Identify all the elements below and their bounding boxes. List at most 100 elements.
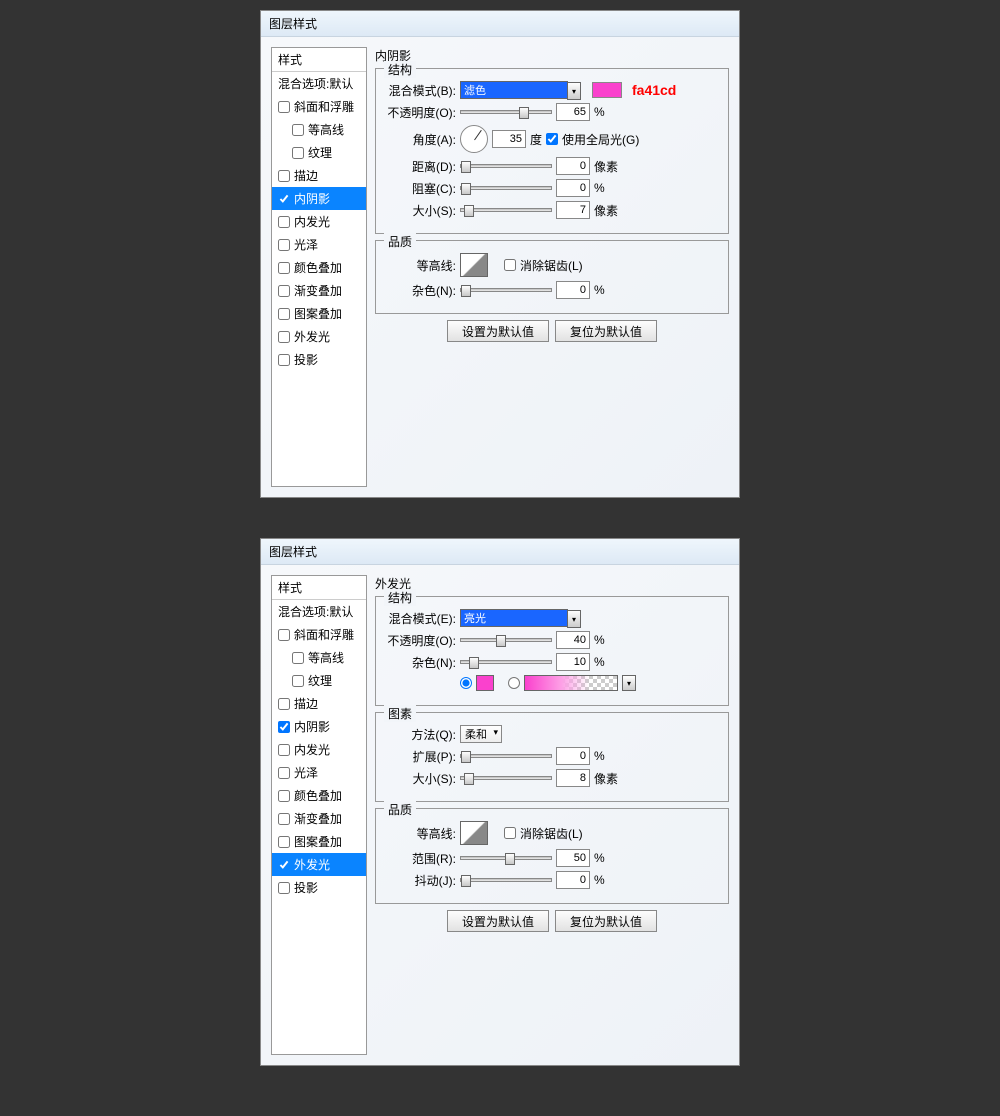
style-item-checkbox[interactable] (278, 629, 290, 641)
blend-options[interactable]: 混合选项:默认 (272, 72, 366, 95)
reset-default-button[interactable]: 复位为默认值 (555, 320, 657, 342)
solid-color-radio[interactable] (460, 677, 472, 689)
chevron-down-icon[interactable] (567, 610, 581, 628)
style-item[interactable]: 投影 (272, 348, 366, 371)
style-item[interactable]: 纹理 (272, 141, 366, 164)
size-input[interactable] (556, 769, 590, 787)
style-item[interactable]: 光泽 (272, 233, 366, 256)
angle-dial[interactable] (460, 125, 488, 153)
blend-mode-select[interactable]: 滤色 (460, 81, 568, 99)
style-item-checkbox[interactable] (278, 285, 290, 297)
style-item[interactable]: 外发光 (272, 325, 366, 348)
choke-slider[interactable] (460, 186, 552, 190)
style-item-checkbox[interactable] (278, 170, 290, 182)
set-default-button[interactable]: 设置为默认值 (447, 320, 549, 342)
range-slider[interactable] (460, 856, 552, 860)
style-item[interactable]: 斜面和浮雕 (272, 623, 366, 646)
chevron-down-icon[interactable]: ▾ (622, 675, 636, 691)
contour-picker[interactable] (460, 821, 488, 845)
chevron-down-icon[interactable] (567, 82, 581, 100)
style-item-checkbox[interactable] (278, 698, 290, 710)
reset-default-button[interactable]: 复位为默认值 (555, 910, 657, 932)
style-item[interactable]: 外发光 (272, 853, 366, 876)
size-slider[interactable] (460, 776, 552, 780)
blend-mode-select[interactable]: 亮光 (460, 609, 568, 627)
choke-input[interactable] (556, 179, 590, 197)
opacity-slider[interactable] (460, 110, 552, 114)
style-item-checkbox[interactable] (292, 147, 304, 159)
style-item-checkbox[interactable] (278, 882, 290, 894)
style-item-checkbox[interactable] (278, 331, 290, 343)
style-item[interactable]: 斜面和浮雕 (272, 95, 366, 118)
styles-header[interactable]: 样式 (272, 48, 366, 72)
style-item[interactable]: 光泽 (272, 761, 366, 784)
style-item-checkbox[interactable] (278, 721, 290, 733)
contour-picker[interactable] (460, 253, 488, 277)
style-item-checkbox[interactable] (278, 836, 290, 848)
antialias-checkbox[interactable] (504, 827, 516, 839)
style-item-checkbox[interactable] (278, 193, 290, 205)
style-item[interactable]: 投影 (272, 876, 366, 899)
jitter-input[interactable] (556, 871, 590, 889)
opacity-input[interactable] (556, 631, 590, 649)
styles-header[interactable]: 样式 (272, 576, 366, 600)
style-item-checkbox[interactable] (278, 239, 290, 251)
titlebar[interactable]: 图层样式 (261, 11, 739, 37)
style-item-checkbox[interactable] (278, 216, 290, 228)
size-slider[interactable] (460, 208, 552, 212)
color-swatch[interactable] (592, 82, 622, 98)
style-item[interactable]: 渐变叠加 (272, 279, 366, 302)
style-item-checkbox[interactable] (278, 262, 290, 274)
range-input[interactable] (556, 849, 590, 867)
distance-input[interactable] (556, 157, 590, 175)
antialias-checkbox[interactable] (504, 259, 516, 271)
percent-unit: % (594, 105, 605, 119)
glow-color-swatch[interactable] (476, 675, 494, 691)
style-item-checkbox[interactable] (278, 101, 290, 113)
style-item[interactable]: 等高线 (272, 118, 366, 141)
style-item-checkbox[interactable] (292, 652, 304, 664)
style-item-checkbox[interactable] (292, 675, 304, 687)
style-item[interactable]: 图案叠加 (272, 830, 366, 853)
noise-input[interactable] (556, 653, 590, 671)
style-item-checkbox[interactable] (278, 813, 290, 825)
style-item-checkbox[interactable] (278, 790, 290, 802)
style-item[interactable]: 内阴影 (272, 715, 366, 738)
titlebar[interactable]: 图层样式 (261, 539, 739, 565)
distance-slider[interactable] (460, 164, 552, 168)
style-item[interactable]: 图案叠加 (272, 302, 366, 325)
spread-slider[interactable] (460, 754, 552, 758)
style-item[interactable]: 颜色叠加 (272, 256, 366, 279)
size-input[interactable] (556, 201, 590, 219)
style-item-checkbox[interactable] (278, 308, 290, 320)
style-item-checkbox[interactable] (278, 744, 290, 756)
set-default-button[interactable]: 设置为默认值 (447, 910, 549, 932)
method-label: 方法(Q): (386, 726, 456, 743)
gradient-swatch[interactable] (524, 675, 618, 691)
opacity-input[interactable] (556, 103, 590, 121)
style-item[interactable]: 内发光 (272, 210, 366, 233)
gradient-radio[interactable] (508, 677, 520, 689)
style-item-checkbox[interactable] (278, 859, 290, 871)
noise-slider[interactable] (460, 288, 552, 292)
global-light-checkbox[interactable] (546, 133, 558, 145)
style-item[interactable]: 描边 (272, 164, 366, 187)
noise-slider[interactable] (460, 660, 552, 664)
style-item-checkbox[interactable] (278, 354, 290, 366)
style-item[interactable]: 描边 (272, 692, 366, 715)
angle-input[interactable] (492, 130, 526, 148)
style-item[interactable]: 纹理 (272, 669, 366, 692)
style-item[interactable]: 等高线 (272, 646, 366, 669)
style-item[interactable]: 颜色叠加 (272, 784, 366, 807)
style-item-checkbox[interactable] (278, 767, 290, 779)
jitter-slider[interactable] (460, 878, 552, 882)
blend-options[interactable]: 混合选项:默认 (272, 600, 366, 623)
style-item[interactable]: 渐变叠加 (272, 807, 366, 830)
method-select[interactable]: 柔和 (460, 725, 502, 743)
style-item[interactable]: 内发光 (272, 738, 366, 761)
noise-input[interactable] (556, 281, 590, 299)
style-item[interactable]: 内阴影 (272, 187, 366, 210)
style-item-checkbox[interactable] (292, 124, 304, 136)
opacity-slider[interactable] (460, 638, 552, 642)
spread-input[interactable] (556, 747, 590, 765)
